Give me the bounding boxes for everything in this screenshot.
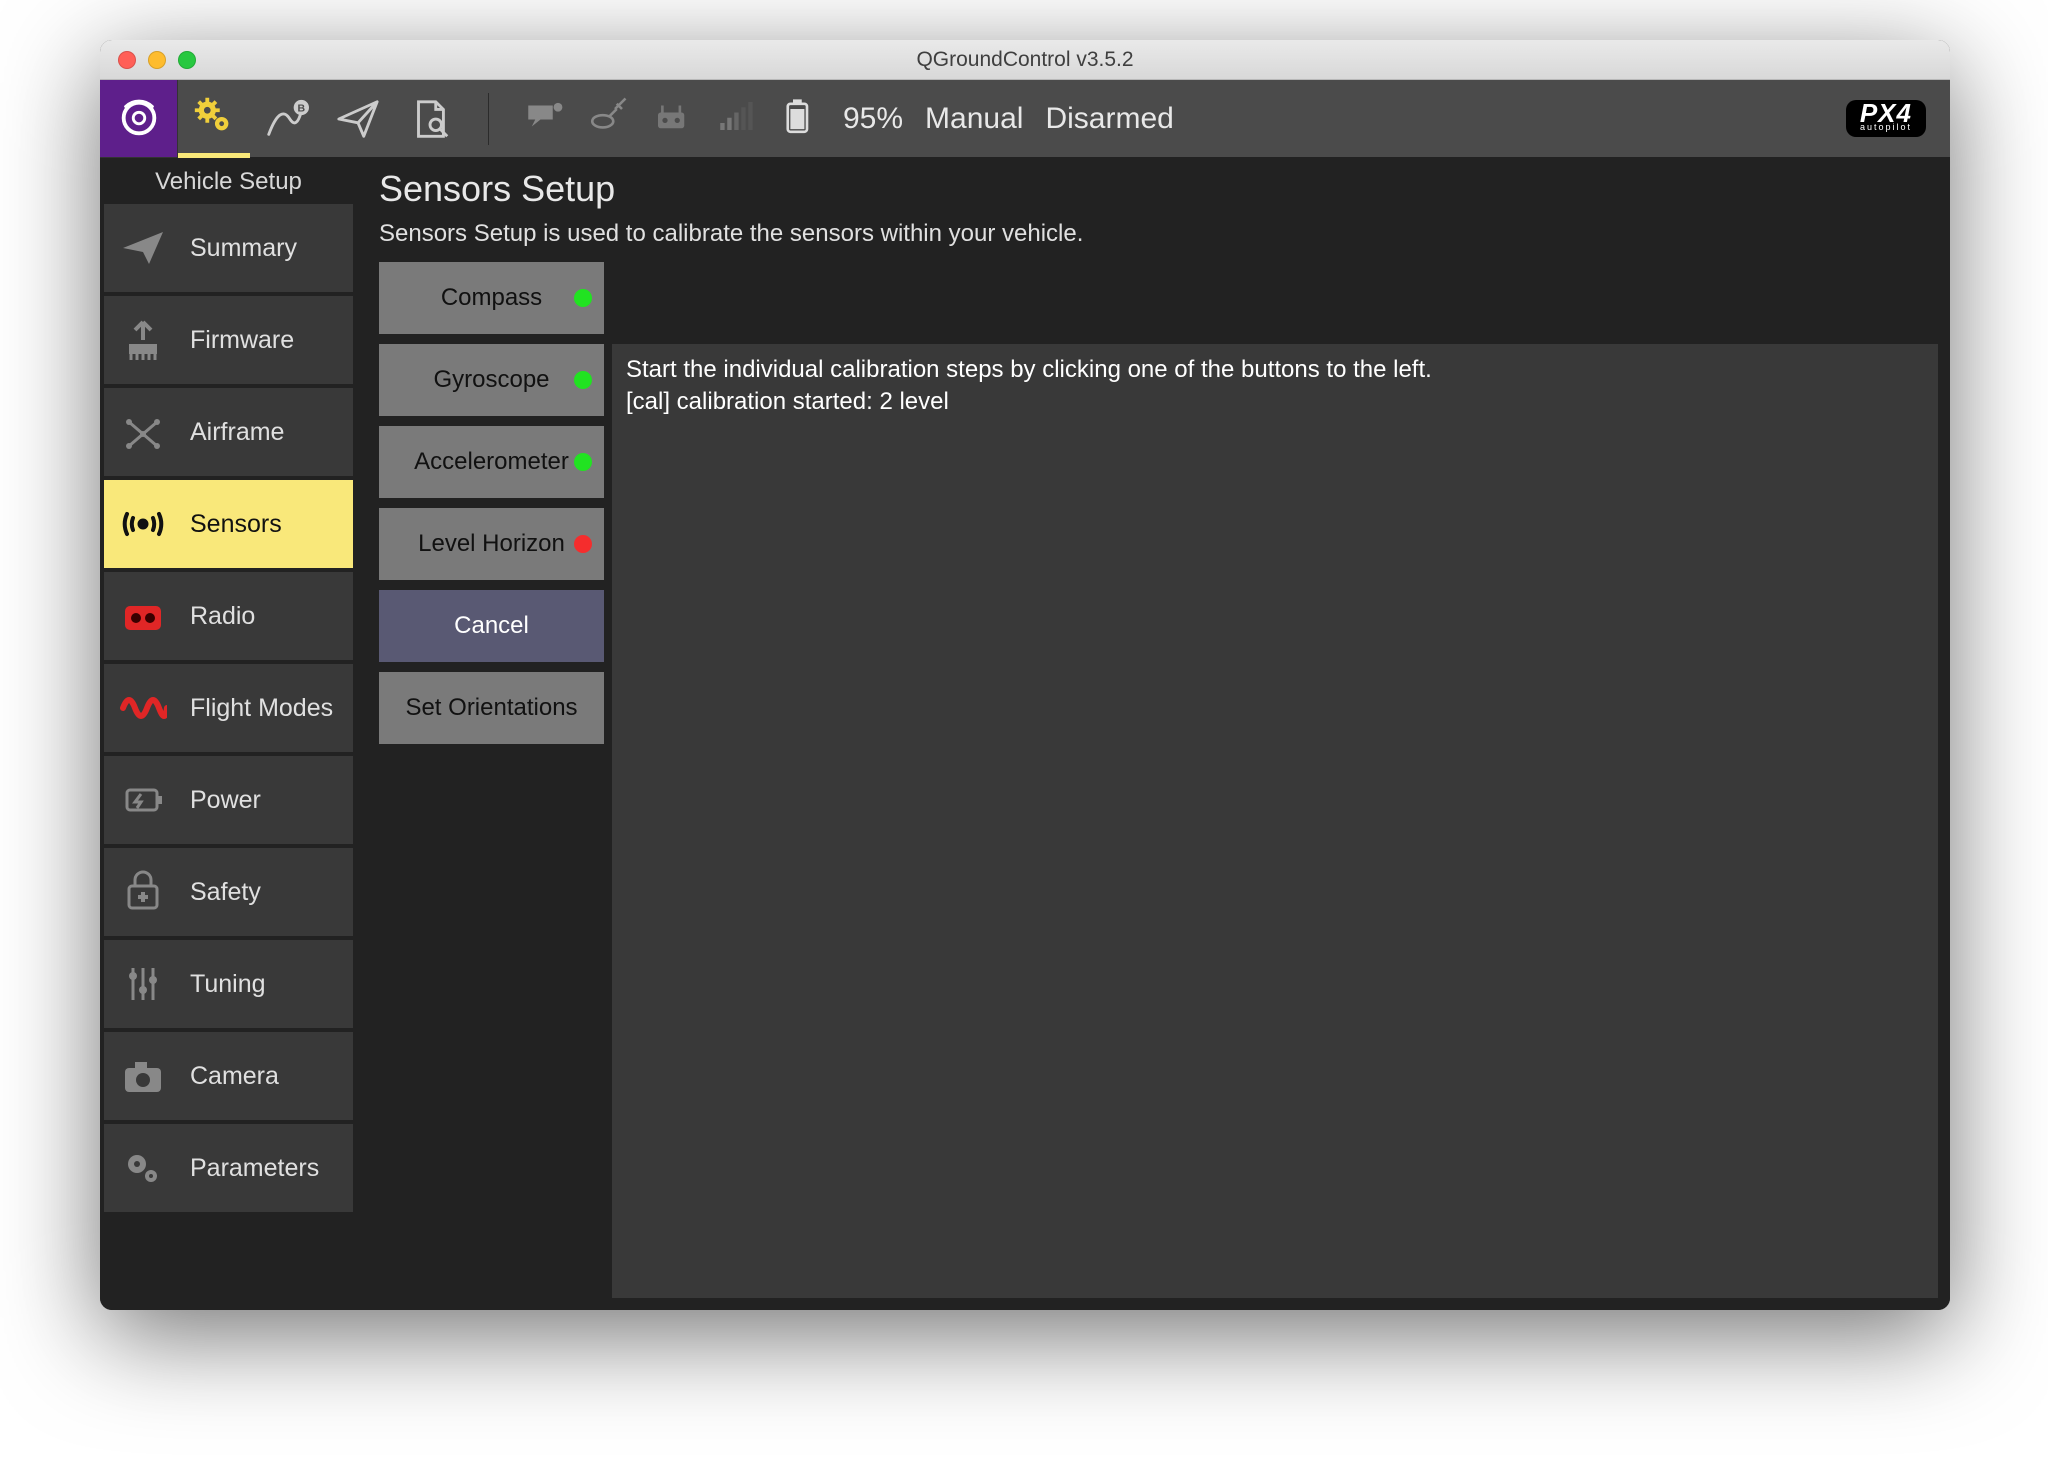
sidebar-item-label: Tuning [190,970,266,999]
autopilot-brand: PX4 autopilot [1846,100,1926,137]
log-line: Start the individual calibration steps b… [626,354,1924,386]
level-horizon-button[interactable]: Level Horizon [379,508,604,580]
brand-sub: autopilot [1860,124,1912,131]
log-line: [cal] calibration started: 2 level [626,386,1924,418]
page-subtitle: Sensors Setup is used to calibrate the s… [379,220,1928,248]
calibration-buttons: Gyroscope Accelerometer Level Horizon Ca… [379,344,604,1298]
gears-icon [191,93,237,139]
sidebar-item-label: Flight Modes [190,694,333,723]
fly-view-button[interactable] [322,80,394,158]
button-label: Compass [441,284,542,312]
sidebar-heading: Vehicle Setup [100,158,357,204]
setup-sidebar: Vehicle Setup Summary Firmware Airframe … [100,158,357,1310]
sidebar-item-safety[interactable]: Safety [104,848,353,936]
sidebar-item-label: Firmware [190,326,294,355]
radio-icon [119,592,167,640]
flight-mode-text[interactable]: Manual [925,102,1023,136]
window-controls [118,51,196,69]
sidebar-item-label: Parameters [190,1154,319,1183]
sidebar-item-summary[interactable]: Summary [104,204,353,292]
status-indicator-bad [574,535,592,553]
close-window-button[interactable] [118,51,136,69]
top-toolbar: B 95% Manual Disa [100,80,1950,158]
paper-plane-icon [119,224,167,272]
document-search-icon [407,96,453,142]
minimize-window-button[interactable] [148,51,166,69]
sidebar-item-radio[interactable]: Radio [104,572,353,660]
setup-view-button[interactable] [178,80,250,158]
sidebar-item-power[interactable]: Power [104,756,353,844]
accelerometer-button[interactable]: Accelerometer [379,426,604,498]
flight-modes-icon [119,684,167,732]
sidebar-item-label: Safety [190,878,261,907]
status-indicator-ok [574,371,592,389]
button-label: Cancel [454,612,529,640]
safety-icon [119,868,167,916]
battery-icon [779,95,821,142]
sidebar-item-camera[interactable]: Camera [104,1032,353,1120]
svg-text:B: B [298,102,306,114]
power-icon [119,776,167,824]
rc-icon[interactable] [651,95,693,142]
sidebar-item-label: Radio [190,602,255,631]
compass-button[interactable]: Compass [379,262,604,334]
calibration-log: Start the individual calibration steps b… [612,344,1938,1298]
qgc-logo-icon [116,95,162,141]
firmware-icon [119,316,167,364]
sidebar-item-parameters[interactable]: Parameters [104,1124,353,1212]
sidebar-item-flight-modes[interactable]: Flight Modes [104,664,353,752]
gyroscope-button[interactable]: Gyroscope [379,344,604,416]
sidebar-item-airframe[interactable]: Airframe [104,388,353,476]
status-indicator-ok [574,453,592,471]
waypoint-icon: B [263,96,309,142]
sidebar-item-label: Power [190,786,261,815]
maximize-window-button[interactable] [178,51,196,69]
page-title: Sensors Setup [379,168,1928,210]
toolbar-separator [488,93,489,145]
cancel-button[interactable]: Cancel [379,590,604,662]
sensors-icon [119,500,167,548]
button-label: Gyroscope [433,366,549,394]
button-label: Level Horizon [418,530,565,558]
button-label: Set Orientations [405,694,577,722]
arm-state-text[interactable]: Disarmed [1045,102,1173,136]
camera-icon [119,1052,167,1100]
set-orientations-button[interactable]: Set Orientations [379,672,604,744]
titlebar: QGroundControl v3.5.2 [100,40,1950,80]
sidebar-item-label: Sensors [190,510,282,539]
signal-icon[interactable] [715,95,757,142]
brand-main: PX4 [1860,103,1912,124]
sidebar-item-sensors[interactable]: Sensors [104,480,353,568]
battery-text: 95% [843,102,903,136]
messages-icon[interactable] [523,95,565,142]
sidebar-item-label: Camera [190,1062,279,1091]
sidebar-item-label: Summary [190,234,297,263]
paper-plane-icon [335,96,381,142]
sidebar-item-label: Airframe [190,418,284,447]
window-title: QGroundControl v3.5.2 [100,48,1950,72]
tuning-icon [119,960,167,1008]
gears-small-icon [119,1144,167,1192]
gps-icon[interactable] [587,95,629,142]
analyze-view-button[interactable] [394,80,466,158]
status-indicator-ok [574,289,592,307]
app-logo-button[interactable] [100,80,178,158]
sidebar-item-tuning[interactable]: Tuning [104,940,353,1028]
plan-view-button[interactable]: B [250,80,322,158]
airframe-icon [119,408,167,456]
button-label: Accelerometer [414,448,569,476]
main-content: Sensors Setup Sensors Setup is used to c… [357,158,1950,1310]
sidebar-item-firmware[interactable]: Firmware [104,296,353,384]
app-window: QGroundControl v3.5.2 B [100,40,1950,1310]
